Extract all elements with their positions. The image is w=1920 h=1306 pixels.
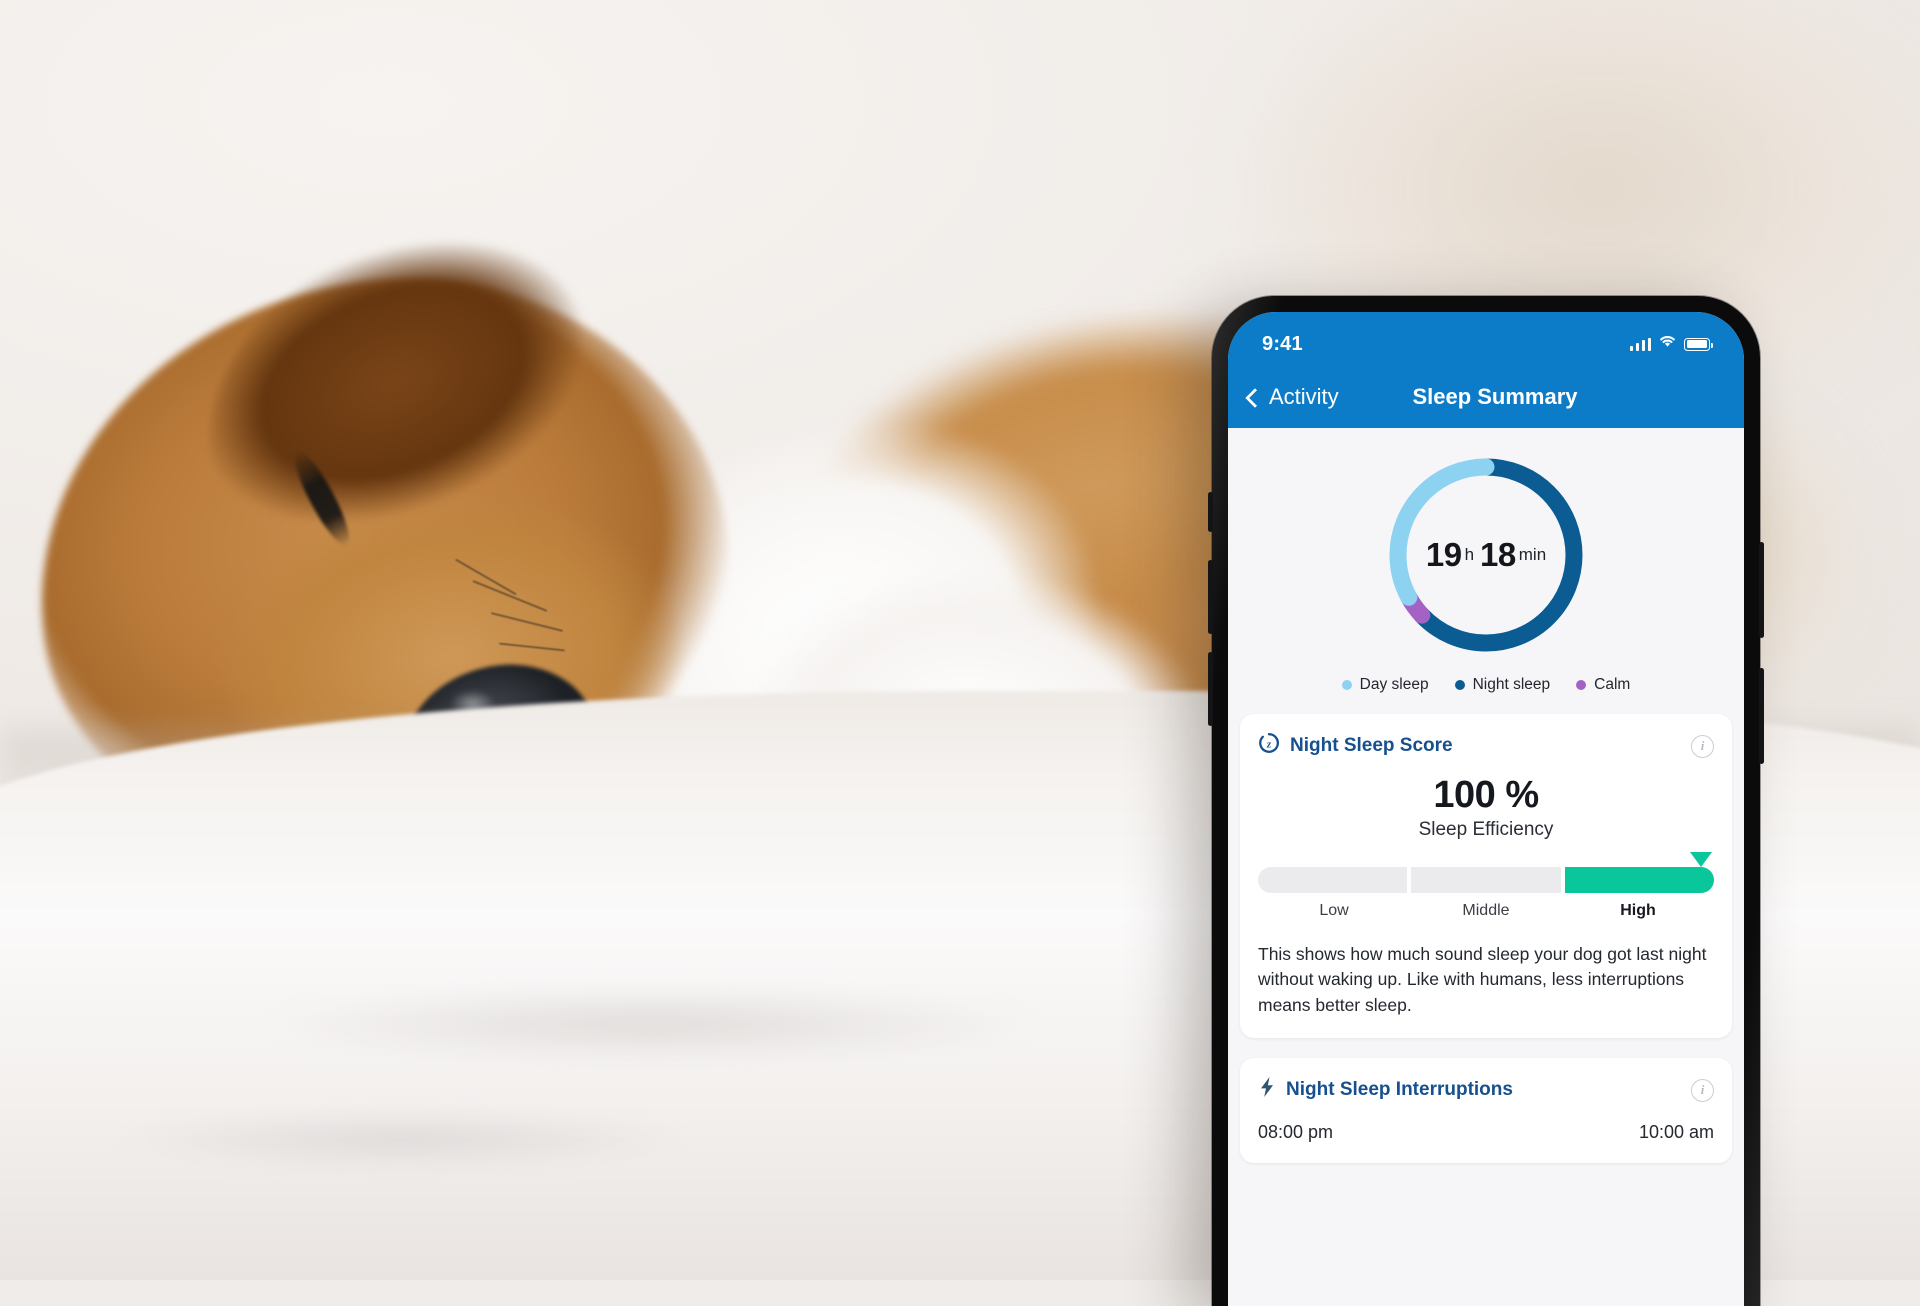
side-button-lower[interactable] — [1208, 652, 1213, 726]
gauge-segment-middle — [1411, 867, 1561, 893]
legend-dot-icon — [1454, 680, 1465, 690]
gauge-segment-low — [1258, 867, 1408, 893]
legend-dot-icon — [1341, 680, 1352, 690]
card-title-label: Night Sleep Interruptions — [1286, 1079, 1513, 1101]
gauge-labels: Low Middle High — [1258, 902, 1714, 920]
sleep-minutes-value: 18 — [1480, 536, 1516, 573]
interruptions-time-range: 08:00 pm 10:00 am — [1258, 1122, 1714, 1143]
gauge-label-high: High — [1620, 902, 1656, 919]
night-sleep-score-card: z Night Sleep Score i 100 % Sleep Effici… — [1240, 714, 1732, 1039]
sleep-minutes-unit: min — [1518, 545, 1547, 564]
gauge-label-middle: Middle — [1462, 902, 1510, 919]
sleep-efficiency-label: Sleep Efficiency — [1418, 819, 1554, 840]
screen-content: 19 h 18 min Day sleep Night sleep Calm z… — [1228, 428, 1744, 1306]
mute-switch[interactable] — [1208, 492, 1213, 532]
sleep-score-gauge: Low Middle High — [1258, 852, 1714, 920]
legend-item-night-sleep: Night sleep — [1454, 676, 1551, 694]
sleep-hours-unit: h — [1464, 545, 1475, 564]
blanket-fold — [19, 1100, 788, 1178]
card-header: Night Sleep Interruptions i — [1258, 1076, 1714, 1104]
back-button[interactable]: Activity — [1245, 384, 1339, 410]
svg-text:z: z — [1266, 738, 1272, 750]
lightning-bolt-icon — [1258, 1076, 1276, 1104]
triangle-marker-icon — [1690, 852, 1712, 867]
legend-item-calm: Calm — [1576, 676, 1630, 694]
gauge-track — [1258, 867, 1714, 893]
status-bar: 9:41 — [1228, 312, 1744, 366]
legend-label: Night sleep — [1472, 676, 1551, 693]
card-title: z Night Sleep Score — [1258, 732, 1453, 760]
sleep-donut-chart: 19 h 18 min — [1381, 450, 1591, 660]
wifi-icon — [1659, 335, 1676, 353]
sleep-zzz-icon: z — [1258, 732, 1280, 760]
phone-screen: 9:41 Activity Sleep Summary 19 h 18 min … — [1228, 312, 1744, 1306]
sleep-score-description: This shows how much sound sleep your dog… — [1258, 944, 1707, 1015]
card-header: z Night Sleep Score i — [1258, 732, 1714, 760]
legend-item-day-sleep: Day sleep — [1341, 676, 1429, 694]
volume-down-button[interactable] — [1759, 668, 1764, 764]
gauge-label-low: Low — [1319, 902, 1349, 919]
signal-bars-icon — [1629, 337, 1651, 351]
card-title: Night Sleep Interruptions — [1258, 1076, 1513, 1104]
donut-center-value: 19 h 18 min — [1381, 450, 1591, 660]
sleep-efficiency-value: 100 % — [1433, 774, 1539, 816]
night-sleep-interruptions-card: Night Sleep Interruptions i 08:00 pm 10:… — [1240, 1058, 1732, 1164]
phone-mockup: 9:41 Activity Sleep Summary 19 h 18 min … — [1208, 296, 1764, 1306]
chevron-left-icon — [1245, 387, 1265, 408]
sleep-donut-section: 19 h 18 min — [1228, 428, 1744, 660]
sleep-efficiency-stat: 100 % Sleep Efficiency — [1258, 774, 1714, 841]
nav-bar: Activity Sleep Summary — [1228, 366, 1744, 428]
interruptions-start-time: 08:00 pm — [1258, 1122, 1334, 1143]
volume-up-button[interactable] — [1759, 542, 1764, 638]
gauge-segment-high — [1564, 867, 1714, 893]
info-icon[interactable]: i — [1691, 1078, 1714, 1102]
blanket-fold — [115, 972, 1191, 1076]
legend-dot-icon — [1576, 680, 1587, 690]
battery-icon — [1684, 337, 1713, 351]
card-title-label: Night Sleep Score — [1290, 735, 1453, 756]
status-time: 9:41 — [1262, 332, 1303, 355]
back-button-label: Activity — [1269, 384, 1339, 409]
donut-legend: Day sleep Night sleep Calm — [1228, 676, 1744, 694]
interruptions-end-time: 10:00 am — [1638, 1122, 1714, 1143]
info-icon[interactable]: i — [1691, 734, 1714, 758]
legend-label: Calm — [1594, 676, 1631, 693]
sleep-hours-value: 19 — [1425, 536, 1462, 573]
status-icons — [1629, 335, 1713, 353]
side-button-upper[interactable] — [1208, 560, 1213, 634]
legend-label: Day sleep — [1359, 676, 1429, 693]
